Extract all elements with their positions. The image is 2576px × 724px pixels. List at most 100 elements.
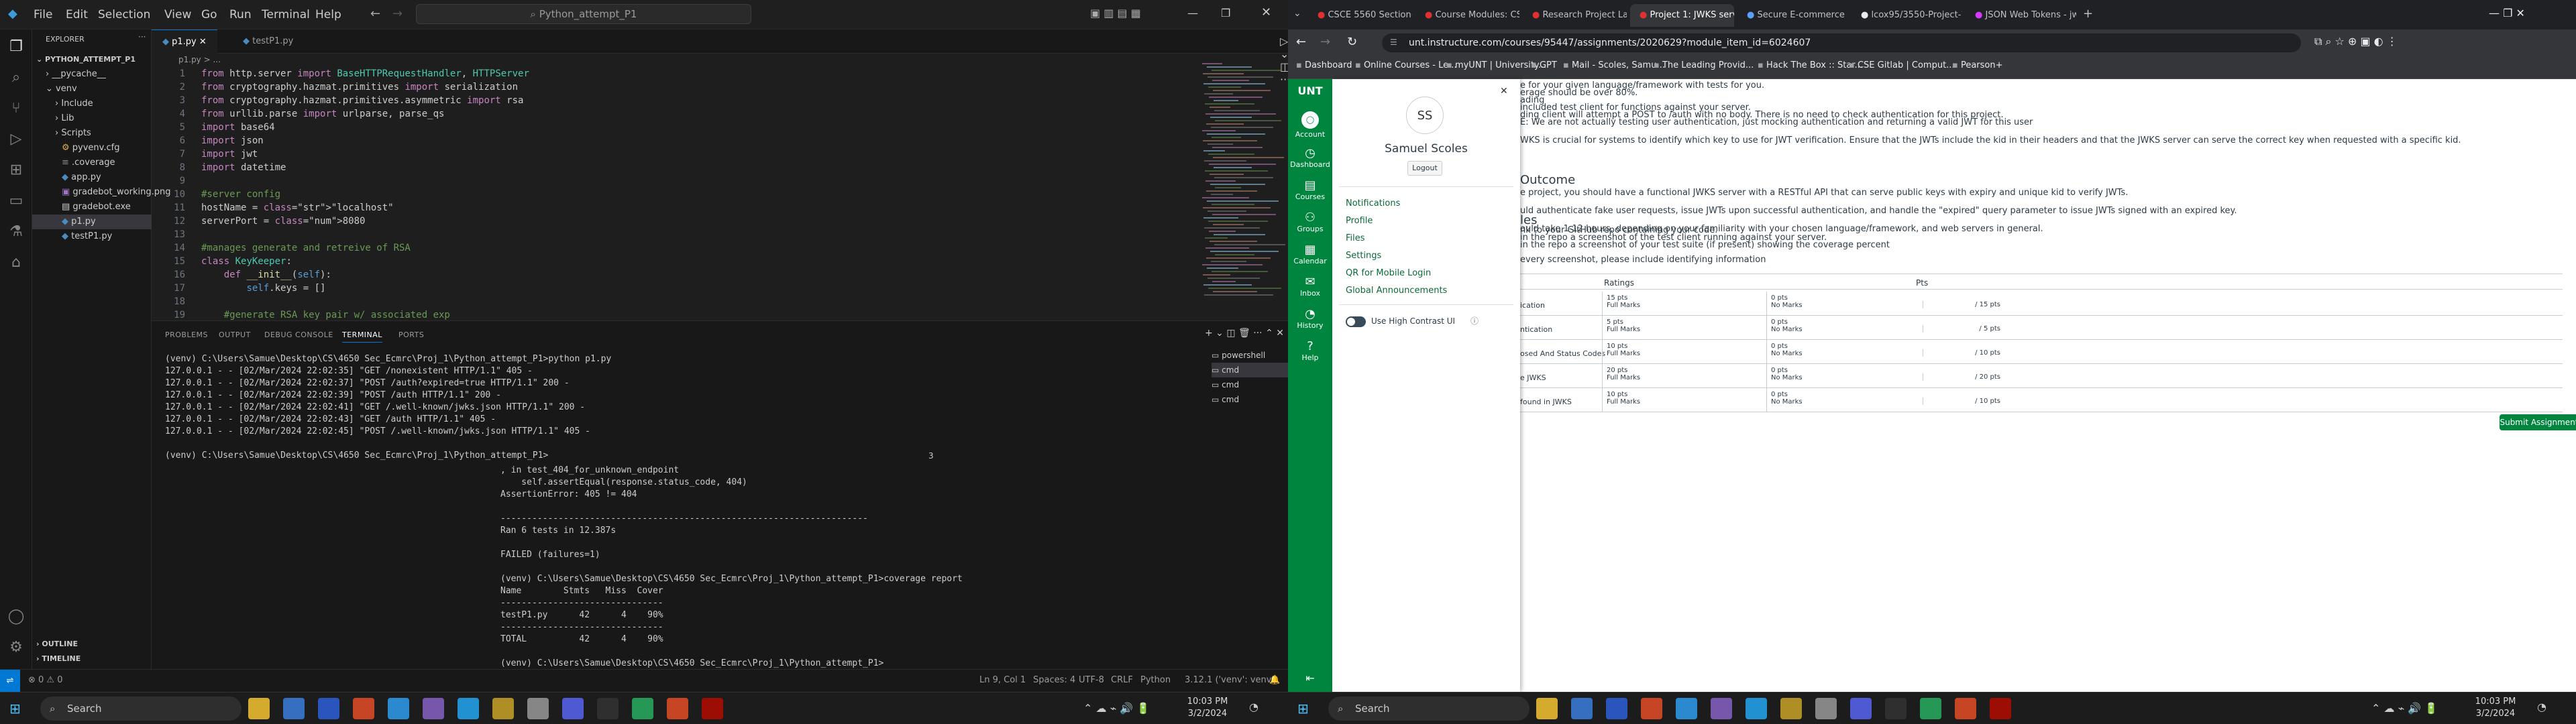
rating-full[interactable]: 15 pts Full Marks xyxy=(1602,292,1766,316)
browser-tab[interactable]: ● lcox95/3550-Project-1-JWKS ... xyxy=(1851,4,1962,27)
menu-help[interactable]: Help xyxy=(315,8,341,21)
site-info-icon[interactable]: ☰ xyxy=(1390,38,1397,47)
notification-icon[interactable]: ◔ xyxy=(1249,701,1258,713)
browser-tab[interactable]: ● Project 1: JWKS server xyxy=(1630,4,1734,27)
tree-folder[interactable]: ⌄ venv xyxy=(46,82,77,97)
tree-file[interactable]: ◆ app.py xyxy=(62,170,101,185)
nav-inbox[interactable]: ✉ Inbox xyxy=(1288,275,1332,298)
bookmark[interactable]: ▪ GPT xyxy=(1531,60,1557,70)
taskbar-app-icon[interactable] xyxy=(388,698,409,719)
testing-icon[interactable]: ⚗ xyxy=(5,221,27,243)
rating-none[interactable]: 0 pts No Marks xyxy=(1766,316,1914,340)
nav-help[interactable]: ? Help xyxy=(1288,339,1332,362)
terminal-item[interactable]: ▭ powershell xyxy=(1212,348,1288,363)
menu-terminal[interactable]: Terminal xyxy=(262,8,310,21)
menu-selection[interactable]: Selection xyxy=(98,8,150,21)
new-tab-icon[interactable]: + xyxy=(2083,7,2093,21)
clock-time[interactable]: 10:03 PM xyxy=(1181,697,1234,707)
code-line[interactable]: 7 import jwt xyxy=(152,147,1198,161)
minimap[interactable] xyxy=(1198,60,1285,315)
extensions-icon[interactable]: ⊞ xyxy=(5,160,27,181)
start-icon[interactable]: ⊞ xyxy=(9,701,21,717)
remote-indicator-icon[interactable]: ⇌ xyxy=(0,670,20,692)
code-line[interactable]: 4 from urllib.parse import urlparse, pars… xyxy=(152,107,1198,121)
code-editor[interactable]: 1 from http.server import BaseHTTPRequest… xyxy=(152,67,1198,320)
taskbar-app-icon[interactable] xyxy=(1885,698,1907,719)
taskbar-app-icon[interactable] xyxy=(702,698,723,719)
tab-terminal[interactable]: TERMINAL xyxy=(342,330,382,343)
link-settings[interactable]: Settings xyxy=(1346,251,1381,261)
taskbar-app-icon[interactable] xyxy=(248,698,270,719)
code-line[interactable]: 13 xyxy=(152,228,1198,241)
start-icon[interactable]: ⊞ xyxy=(1297,701,1309,717)
bookmark[interactable]: ▪ CSE Gitlab | Comput... xyxy=(1849,60,1955,70)
rating-none[interactable]: 0 pts No Marks xyxy=(1766,388,1914,412)
high-contrast-toggle[interactable] xyxy=(1346,316,1366,327)
new-terminal-icon[interactable]: + ⌄ ◫ 🗑 ··· ⌃ ✕ xyxy=(1205,328,1284,339)
rating-none[interactable]: 0 pts No Marks xyxy=(1766,340,1914,364)
rating-none[interactable]: 0 pts No Marks xyxy=(1766,364,1914,388)
terminal-output-2[interactable]: , in test_404_for_unknown_endpoint self.… xyxy=(500,465,963,670)
bookmark[interactable]: ▪ The Leading Provid... xyxy=(1654,60,1754,70)
source-control-icon[interactable]: ⑂ xyxy=(5,98,27,119)
bookmark[interactable]: ▪ Pearson+ xyxy=(1952,60,2003,70)
run-debug-icon[interactable]: ▷ xyxy=(5,129,27,150)
taskbar-app-icon[interactable] xyxy=(562,698,584,719)
tree-folder[interactable]: › __pycache__ xyxy=(46,67,106,82)
code-line[interactable]: 8 import datetime xyxy=(152,161,1198,174)
nav-calendar[interactable]: ▦ Calendar xyxy=(1288,243,1332,265)
python-interpreter[interactable]: 3.12.1 ('venv': venv) xyxy=(1185,675,1275,685)
project-root[interactable]: ⌄ PYTHON_ATTEMPT_P1 xyxy=(36,52,136,67)
tab-debug-console[interactable]: DEBUG CONSOLE xyxy=(264,330,333,339)
code-line[interactable]: 9 xyxy=(152,174,1198,188)
code-line[interactable]: 6 import json xyxy=(152,134,1198,147)
back-arrow-icon[interactable]: ← xyxy=(1296,35,1306,49)
taskbar-app-icon[interactable] xyxy=(1746,698,1767,719)
submit-assignment-button[interactable]: Submit Assignment xyxy=(2500,414,2576,430)
unt-logo[interactable]: UNT xyxy=(1291,84,1330,97)
code-line[interactable]: 10 #server config xyxy=(152,188,1198,201)
extensions-icon[interactable]: ⧉ ⌕ ☆ ⊕ ▣ ◐ ⋮ xyxy=(2314,35,2398,48)
taskbar-search-box[interactable]: ⌕ Search xyxy=(1328,697,1529,721)
nav-history[interactable]: ◔ History xyxy=(1288,307,1332,330)
cursor-position[interactable]: Ln 9, Col 1 xyxy=(979,675,1026,685)
rating-full[interactable]: 20 pts Full Marks xyxy=(1602,364,1766,388)
remote-icon[interactable]: ▭ xyxy=(5,190,27,212)
tab-ports[interactable]: PORTS xyxy=(398,330,424,339)
menu-edit[interactable]: Edit xyxy=(66,8,88,21)
terminal-item[interactable]: ▭ cmd xyxy=(1212,363,1288,377)
tree-folder[interactable]: › Include xyxy=(55,97,93,111)
close-icon[interactable]: ✕ xyxy=(199,37,207,47)
code-line[interactable]: 17 self.keys = [] xyxy=(152,282,1198,295)
taskbar-app-icon[interactable] xyxy=(353,698,374,719)
command-center-search[interactable]: ⌕ Python_attempt_P1 xyxy=(416,4,751,24)
browser-tab[interactable]: ● JSON Web Tokens - jwt.io xyxy=(1966,4,2076,27)
terminal-item[interactable]: ▭ cmd xyxy=(1212,392,1288,407)
code-line[interactable]: 18 xyxy=(152,295,1198,308)
taskbar-app-icon[interactable] xyxy=(667,698,688,719)
taskbar-app-icon[interactable] xyxy=(1955,698,1976,719)
system-tray-icon[interactable]: ⌃ ☁ ⌁ 🔊 🔋 xyxy=(2371,702,2438,715)
link-notifications[interactable]: Notifications xyxy=(1346,198,1400,208)
taskbar-app-icon[interactable] xyxy=(1606,698,1627,719)
url-bar[interactable]: unt.instructure.com/courses/95447/assign… xyxy=(1382,34,2301,52)
reload-icon[interactable]: ↻ xyxy=(1347,35,1357,49)
timeline-section[interactable]: › TIMELINE xyxy=(36,652,80,666)
rating-full[interactable]: 10 pts Full Marks xyxy=(1602,340,1766,364)
code-line[interactable]: 19 #generate RSA key pair w/ associated … xyxy=(152,308,1198,322)
code-line[interactable]: 1 from http.server import BaseHTTPRequest… xyxy=(152,67,1198,80)
tree-file[interactable]: ≡ .coverage xyxy=(62,156,115,170)
tree-folder[interactable]: › Lib xyxy=(55,111,74,126)
taskbar-app-icon[interactable] xyxy=(1711,698,1732,719)
layout-icon[interactable]: ▣ ▥ ▤ ▦ xyxy=(1090,7,1141,19)
docker-icon[interactable]: ⌂ xyxy=(5,252,27,274)
link-global-announcements[interactable]: Global Announcements xyxy=(1346,286,1447,296)
tree-folder[interactable]: › Scripts xyxy=(55,126,91,141)
close-icon[interactable]: ✕ xyxy=(1261,5,1271,19)
taskbar-app-icon[interactable] xyxy=(1536,698,1558,719)
tree-file[interactable]: ▤ gradebot.exe xyxy=(62,200,131,215)
bookmark[interactable]: ▪ Dashboard xyxy=(1296,60,1352,70)
nav-account[interactable]: ◯ Account xyxy=(1288,111,1332,139)
language-mode[interactable]: Python xyxy=(1140,675,1171,685)
code-line[interactable]: 15 class KeyKeeper: xyxy=(152,255,1198,268)
